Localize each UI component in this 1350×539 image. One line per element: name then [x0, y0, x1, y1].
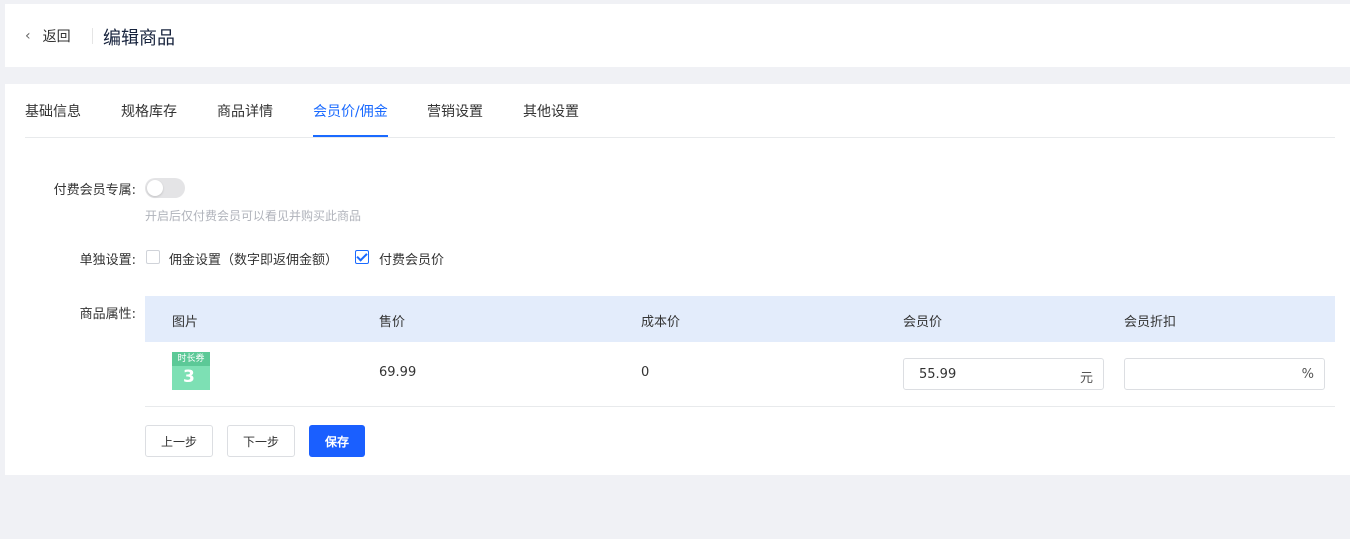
chevron-left-icon: ‹: [25, 28, 31, 44]
prev-step-button[interactable]: 上一步: [145, 425, 213, 457]
edit-card: 基础信息 规格库存 商品详情 会员价/佣金 营销设置 其他设置 付费会员专属: …: [5, 84, 1350, 475]
header-member-discount: 会员折扣: [1124, 315, 1177, 330]
tab-member-price-commission[interactable]: 会员价/佣金: [313, 101, 388, 137]
paid-member-hint: 开启后仅付费会员可以看见并购买此商品: [145, 209, 362, 223]
member-discount-field[interactable]: [1125, 359, 1310, 389]
attr-table: 图片 售价 成本价 会员价 会员折扣 时长券 3 69.99 0 元 %: [145, 296, 1335, 407]
member-price-checkbox[interactable]: [355, 250, 369, 264]
tab-product-detail[interactable]: 商品详情: [217, 101, 273, 137]
thumb-top-text: 时长券: [172, 352, 210, 366]
tab-basic-info[interactable]: 基础信息: [25, 101, 81, 137]
tab-other-settings[interactable]: 其他设置: [523, 101, 579, 137]
tab-marketing[interactable]: 营销设置: [427, 101, 483, 137]
header-price: 售价: [379, 315, 406, 330]
tab-bar: 基础信息 规格库存 商品详情 会员价/佣金 营销设置 其他设置: [25, 84, 1335, 138]
divider: [92, 28, 93, 44]
next-step-button[interactable]: 下一步: [227, 425, 295, 457]
header-member-price: 会员价: [903, 315, 943, 330]
thumb-big-text: 3: [183, 367, 195, 387]
cell-cost: 0: [641, 365, 650, 380]
paid-member-label: 付费会员专属:: [53, 183, 136, 198]
header-image: 图片: [172, 315, 199, 330]
page-header: ‹ 返回 编辑商品: [5, 4, 1350, 67]
separate-setting-label: 单独设置:: [79, 253, 136, 268]
cell-price: 69.99: [379, 365, 417, 380]
paid-member-toggle[interactable]: [145, 178, 185, 198]
member-discount-input[interactable]: %: [1124, 358, 1325, 390]
commission-checkbox-label[interactable]: 佣金设置（数字即返佣金额）: [169, 249, 338, 268]
table-row: 时长券 3 69.99 0 元 %: [145, 342, 1335, 407]
header-cost: 成本价: [641, 315, 681, 330]
member-price-checkbox-label[interactable]: 付费会员价: [379, 249, 444, 268]
back-button[interactable]: ‹ 返回: [25, 25, 71, 47]
product-attr-label: 商品属性:: [79, 307, 136, 322]
save-button[interactable]: 保存: [309, 425, 365, 457]
member-price-input[interactable]: 元: [903, 358, 1104, 390]
tab-spec-stock[interactable]: 规格库存: [121, 101, 177, 137]
table-header: 图片 售价 成本价 会员价 会员折扣: [145, 296, 1335, 342]
page-title: 编辑商品: [103, 28, 175, 49]
product-thumbnail: 时长券 3: [172, 352, 210, 390]
percent-unit: %: [1301, 367, 1314, 382]
yuan-unit: 元: [1079, 371, 1093, 386]
back-label: 返回: [42, 29, 71, 45]
member-price-field[interactable]: [904, 359, 1089, 389]
toggle-knob: [147, 180, 163, 196]
commission-checkbox[interactable]: [146, 250, 160, 264]
